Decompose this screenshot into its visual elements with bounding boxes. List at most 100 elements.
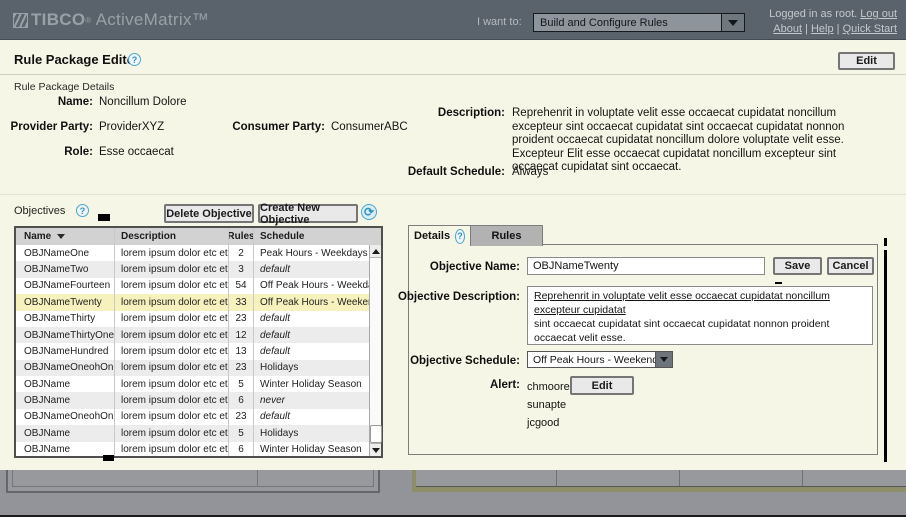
- objectives-help-icon[interactable]: ?: [76, 204, 89, 217]
- column-header-rules[interactable]: Rules: [229, 228, 254, 245]
- objectives-table: Name Description Rules Schedule OBJNameO…: [14, 226, 383, 458]
- objective-description-textarea[interactable]: Reprehenrit in voluptate velit esse occa…: [527, 286, 873, 345]
- annotation-marker: [775, 282, 782, 284]
- column-header-name[interactable]: Name: [16, 228, 115, 245]
- table-row[interactable]: OBJNameThirtylorem ipsum dolor etc etc..…: [16, 311, 369, 327]
- registered-mark: ®: [85, 16, 91, 25]
- alert-user: sunapte: [527, 396, 570, 414]
- table-cell: lorem ipsum dolor etc etc....: [115, 392, 229, 408]
- table-cell: default: [254, 261, 369, 277]
- column-header-schedule[interactable]: Schedule: [254, 228, 381, 245]
- table-row[interactable]: OBJNameOneohOnelorem ipsum dolor etc etc…: [16, 360, 369, 376]
- details-help-icon[interactable]: ?: [455, 229, 465, 244]
- tibco-logo-icon: [13, 13, 28, 28]
- table-row[interactable]: OBJNameFourteenlorem ipsum dolor etc etc…: [16, 278, 369, 294]
- quick-start-link[interactable]: Quick Start: [843, 23, 897, 35]
- objective-name-label: Objective Name:: [408, 261, 520, 273]
- name-label: Name:: [0, 96, 93, 108]
- table-cell: OBJNameTwenty: [16, 294, 115, 310]
- table-cell: 2: [229, 245, 254, 261]
- table-cell: lorem ipsum dolor etc etc....: [115, 278, 229, 294]
- tab-details[interactable]: Details ?: [408, 225, 471, 246]
- refresh-icon[interactable]: ⟳: [361, 204, 377, 220]
- objectives-table-body: OBJNameOnelorem ipsum dolor etc etc....2…: [16, 245, 369, 456]
- table-cell: default: [254, 327, 369, 343]
- rule-package-editor-app: TIBCO ® ActiveMatrix™ I want to: Build a…: [0, 0, 906, 517]
- chevron-down-icon[interactable]: [721, 14, 744, 31]
- objective-schedule-label: Objective Schedule:: [388, 355, 520, 367]
- objectives-table-header: Name Description Rules Schedule: [16, 228, 381, 246]
- table-row[interactable]: OBJNameOneohOnelorem ipsum dolor etc etc…: [16, 409, 369, 425]
- i-want-to-label: I want to:: [477, 16, 522, 28]
- create-new-objective-button[interactable]: Create New Objective: [258, 204, 358, 223]
- table-cell: 13: [229, 343, 254, 359]
- link-separator: |: [837, 23, 840, 35]
- brand-logo: TIBCO ® ActiveMatrix™: [13, 10, 209, 30]
- table-scrollbar[interactable]: [369, 245, 381, 456]
- table-cell: Holidays: [254, 425, 369, 441]
- help-link[interactable]: Help: [811, 23, 834, 35]
- chevron-down-icon[interactable]: [655, 352, 672, 367]
- objective-description-label: Objective Description:: [388, 291, 520, 303]
- table-cell: OBJNameOneohOne: [16, 409, 115, 425]
- table-cell: OBJNameOne: [16, 245, 115, 261]
- provider-party-value: ProviderXYZ: [99, 121, 164, 133]
- table-row[interactable]: OBJNameTwolorem ipsum dolor etc etc....3…: [16, 261, 369, 277]
- table-row[interactable]: OBJNameHundredlorem ipsum dolor etc etc.…: [16, 343, 369, 359]
- consumer-party-value: ConsumerABC: [331, 121, 408, 133]
- table-cell: 3: [229, 261, 254, 277]
- table-cell: Off Peak Hours - Weekdays: [254, 278, 369, 294]
- table-cell: OBJNameHundred: [16, 343, 115, 359]
- scroll-up-icon[interactable]: [370, 245, 381, 258]
- edit-package-button[interactable]: Edit: [838, 52, 895, 70]
- table-cell: Off Peak Hours - Weekends: [254, 294, 369, 310]
- table-cell: lorem ipsum dolor etc etc....: [115, 376, 229, 392]
- background-window: [6, 470, 380, 493]
- brand-name: TIBCO: [31, 10, 85, 30]
- table-row[interactable]: OBJNameTwentylorem ipsum dolor etc etc..…: [16, 294, 369, 310]
- delete-objective-button[interactable]: Delete Objective: [164, 204, 254, 223]
- alert-user-list: chmooresunaptejcgood: [527, 378, 570, 432]
- page-help-icon[interactable]: ?: [128, 53, 141, 66]
- link-separator: |: [805, 23, 808, 35]
- annotation-dash: [884, 238, 887, 246]
- log-out-link[interactable]: Log out: [860, 8, 897, 20]
- table-cell: 5: [229, 425, 254, 441]
- session-area: Logged in as root. Log out About | Help …: [769, 7, 897, 37]
- table-row[interactable]: OBJNameThirtyOnelorem ipsum dolor etc et…: [16, 327, 369, 343]
- default-schedule-label: Default Schedule:: [405, 166, 505, 178]
- objectives-label: Objectives: [14, 205, 65, 217]
- table-cell: 23: [229, 311, 254, 327]
- table-cell: OBJName: [16, 392, 115, 408]
- table-cell: lorem ipsum dolor etc etc....: [115, 327, 229, 343]
- table-row[interactable]: OBJNameOnelorem ipsum dolor etc etc....2…: [16, 245, 369, 261]
- table-cell: 5: [229, 376, 254, 392]
- objective-schedule-dropdown[interactable]: Off Peak Hours - Weekends: [527, 351, 673, 368]
- role-value: Esse occaecat: [99, 146, 174, 158]
- section-divider: [0, 194, 906, 195]
- table-cell: 23: [229, 360, 254, 376]
- tab-rules[interactable]: Rules: [470, 225, 543, 246]
- table-row[interactable]: OBJNamelorem ipsum dolor etc etc....5Hol…: [16, 425, 369, 441]
- sort-desc-icon: [57, 234, 65, 239]
- task-dropdown[interactable]: Build and Configure Rules: [533, 13, 745, 32]
- table-row[interactable]: OBJNamelorem ipsum dolor etc etc....5Win…: [16, 376, 369, 392]
- scrollbar-thumb[interactable]: [370, 425, 382, 443]
- table-cell: default: [254, 409, 369, 425]
- title-divider: [0, 74, 906, 75]
- background-area: [0, 470, 906, 517]
- table-row[interactable]: OBJNamelorem ipsum dolor etc etc....6Win…: [16, 442, 369, 457]
- objective-name-input[interactable]: [527, 257, 765, 275]
- table-cell: lorem ipsum dolor etc etc....: [115, 425, 229, 441]
- table-cell: OBJNameThirtyOne: [16, 327, 115, 343]
- about-link[interactable]: About: [773, 23, 802, 35]
- edit-alert-button[interactable]: Edit: [570, 376, 634, 395]
- table-cell: never: [254, 392, 369, 408]
- save-button[interactable]: Save: [773, 257, 822, 275]
- provider-party-label: Provider Party:: [0, 121, 93, 133]
- cancel-button[interactable]: Cancel: [827, 257, 874, 275]
- column-header-description[interactable]: Description: [115, 228, 229, 245]
- table-row[interactable]: OBJNamelorem ipsum dolor etc etc....6nev…: [16, 392, 369, 408]
- table-cell: default: [254, 311, 369, 327]
- scroll-down-icon[interactable]: [370, 443, 381, 456]
